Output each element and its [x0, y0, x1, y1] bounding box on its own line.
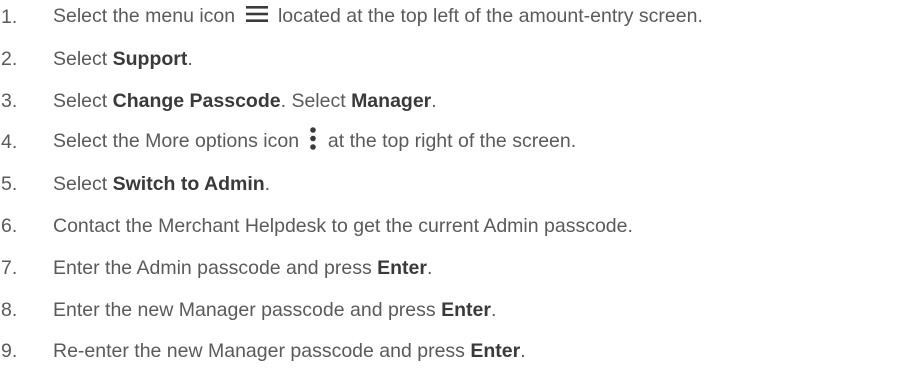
step-number: 1. [1, 5, 18, 28]
step-text: Select the More options icon at the top … [53, 126, 576, 158]
step-1: 1. Select the menu icon located at the t… [0, 2, 703, 32]
more-options-icon [308, 126, 318, 158]
ui-term-enter: Enter [377, 256, 427, 279]
step-text-before-icon: Select the More options icon [53, 130, 300, 153]
step-9: 9. Re-enter the new Manager passcode and… [0, 336, 526, 366]
ui-term-switch-to-admin: Switch to Admin [112, 172, 265, 195]
step-8: 8. Enter the new Manager passcode and pr… [0, 295, 496, 325]
step-text: Select Support. [53, 48, 193, 71]
step-suffix: . [490, 298, 497, 321]
step-text: Enter the Admin passcode and press Enter… [53, 257, 432, 280]
step-3: 3. Select Change Passcode. Select Manage… [0, 86, 437, 116]
step-middle: . Select [280, 89, 352, 112]
step-6: 6. Contact the Merchant Helpdesk to get … [0, 211, 633, 241]
ui-term-support: Support [112, 47, 188, 70]
ui-term-enter: Enter [441, 298, 491, 321]
ui-term-manager: Manager [351, 89, 432, 112]
step-text: Contact the Merchant Helpdesk to get the… [53, 214, 633, 237]
step-suffix: . [431, 89, 437, 112]
instruction-steps-list: 1. Select the menu icon located at the t… [0, 0, 907, 385]
step-prefix: Re-enter the new Manager passcode and pr… [53, 339, 471, 362]
step-prefix: Select [53, 89, 113, 112]
step-number: 6. [1, 214, 18, 237]
step-number: 7. [1, 256, 18, 279]
step-2: 2. Select Support. [0, 44, 193, 74]
step-suffix: . [520, 339, 526, 362]
step-text: Enter the new Manager passcode and press… [53, 299, 496, 322]
step-text: Select Switch to Admin. [53, 173, 270, 196]
step-text: Select the menu icon located at the top … [53, 5, 703, 29]
step-number: 3. [1, 89, 18, 112]
step-5: 5. Select Switch to Admin. [0, 169, 270, 199]
step-number: 5. [1, 172, 18, 195]
step-number: 9. [1, 339, 18, 362]
ui-term-change-passcode: Change Passcode [112, 89, 281, 112]
step-prefix: Select [53, 47, 113, 70]
step-number: 2. [1, 47, 18, 70]
step-text-before-icon: Select the menu icon [53, 5, 236, 28]
step-text-after-icon: at the top right of the screen. [327, 130, 577, 153]
step-suffix: . [426, 256, 433, 279]
step-text-after-icon: located at the top left of the amount-en… [277, 5, 703, 28]
step-7: 7. Enter the Admin passcode and press En… [0, 253, 432, 283]
step-number: 4. [1, 130, 18, 153]
step-4: 4. Select the More options icon at the t… [0, 127, 576, 157]
ui-term-enter: Enter [470, 339, 521, 362]
step-text: Re-enter the new Manager passcode and pr… [53, 340, 526, 363]
step-number: 8. [1, 298, 18, 321]
step-prefix: Select [53, 172, 113, 195]
step-prefix: Enter the new Manager passcode and press [53, 298, 442, 321]
step-suffix: . [187, 47, 193, 70]
step-text: Select Change Passcode. Select Manager. [53, 90, 437, 113]
step-prefix: Enter the Admin passcode and press [53, 256, 378, 279]
menu-icon [245, 5, 269, 29]
step-suffix: . [264, 172, 271, 195]
